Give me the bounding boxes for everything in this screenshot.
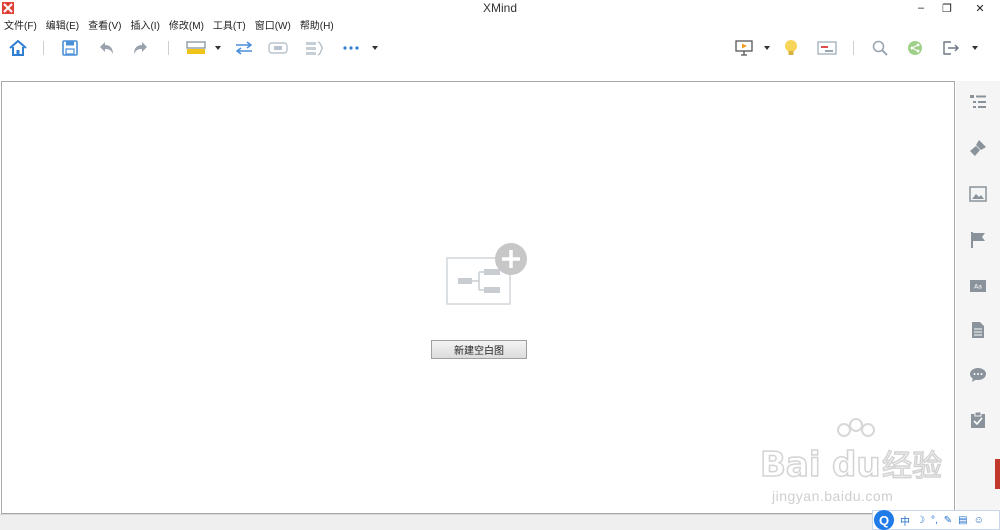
- presentation-dropdown-caret[interactable]: [763, 38, 771, 58]
- export-icon[interactable]: [941, 38, 961, 58]
- status-bar: [0, 514, 1000, 530]
- toolbar-separator: [168, 41, 169, 55]
- ime-moon-icon[interactable]: ☽: [916, 515, 925, 526]
- relationship-icon[interactable]: [233, 38, 255, 58]
- toolbar-separator: [43, 41, 44, 55]
- minimize-button[interactable]: –: [908, 0, 934, 16]
- save-icon[interactable]: [60, 38, 80, 58]
- menu-view[interactable]: 查看(V): [88, 17, 121, 32]
- svg-text:Aa: Aa: [974, 284, 982, 291]
- export-dropdown-caret[interactable]: [971, 38, 979, 58]
- ime-punctuation-icon[interactable]: °,: [931, 515, 938, 526]
- editor-canvas[interactable]: 新建空白图: [1, 81, 955, 514]
- restore-button[interactable]: ❐: [934, 0, 960, 16]
- side-panel: Aa: [956, 81, 1000, 514]
- menu-edit[interactable]: 编辑(E): [46, 17, 79, 32]
- ime-emoji-icon[interactable]: ☺: [974, 515, 984, 526]
- idea-icon[interactable]: [781, 38, 801, 58]
- ime-language-toggle[interactable]: 中: [900, 513, 910, 528]
- task-icon[interactable]: [967, 409, 989, 431]
- comments-icon[interactable]: [967, 364, 989, 386]
- home-icon[interactable]: [8, 38, 28, 58]
- more-dropdown-caret[interactable]: [371, 38, 379, 58]
- menu-modify[interactable]: 修改(M): [169, 17, 204, 32]
- window-title: XMind: [482, 1, 517, 15]
- toolbar: [0, 33, 1000, 63]
- watermark-url: jingyan.baidu.com: [772, 488, 894, 504]
- menu-file[interactable]: 文件(F): [4, 17, 37, 32]
- format-brush-icon[interactable]: [967, 137, 989, 159]
- ime-tool-icon[interactable]: ✎: [944, 515, 952, 526]
- summary-icon[interactable]: [303, 38, 325, 58]
- topic-icon[interactable]: [184, 38, 208, 58]
- topic-dropdown-caret[interactable]: [214, 38, 222, 58]
- blank-map-icon: [446, 242, 530, 308]
- close-button[interactable]: ✕: [960, 0, 1000, 16]
- menu-insert[interactable]: 插入(I): [130, 17, 159, 32]
- search-icon[interactable]: [870, 38, 890, 58]
- more-icon[interactable]: [341, 38, 361, 58]
- outline-icon[interactable]: [967, 91, 989, 113]
- menu-tools[interactable]: 工具(T): [213, 17, 246, 32]
- style-icon[interactable]: Aa: [967, 275, 989, 297]
- window-controls: – ❐ ✕: [908, 0, 1000, 16]
- menu-bar: 文件(F) 编辑(E) 查看(V) 插入(I) 修改(M) 工具(T) 窗口(W…: [0, 16, 1000, 32]
- menu-help[interactable]: 帮助(H): [300, 17, 334, 32]
- gantt-icon[interactable]: [816, 38, 838, 58]
- undo-icon[interactable]: [96, 38, 116, 58]
- title-bar: XMind – ❐ ✕: [0, 0, 1000, 16]
- marker-flag-icon[interactable]: [967, 229, 989, 251]
- new-blank-map-button[interactable]: 新建空白图: [431, 340, 527, 359]
- share-icon[interactable]: [905, 38, 925, 58]
- image-icon[interactable]: [967, 183, 989, 205]
- ime-logo-icon[interactable]: Q: [874, 510, 894, 530]
- ime-toolbar: Q 中 ☽ °, ✎ ▤ ☺: [872, 510, 1000, 530]
- boundary-icon[interactable]: [267, 38, 289, 58]
- menu-window[interactable]: 窗口(W): [255, 17, 291, 32]
- presentation-icon[interactable]: [733, 38, 755, 58]
- notes-icon[interactable]: [967, 319, 989, 341]
- edge-thumbnail: [995, 459, 1000, 489]
- ime-clipboard-icon[interactable]: ▤: [958, 515, 967, 526]
- redo-icon[interactable]: [131, 38, 151, 58]
- toolbar-separator: [853, 41, 854, 55]
